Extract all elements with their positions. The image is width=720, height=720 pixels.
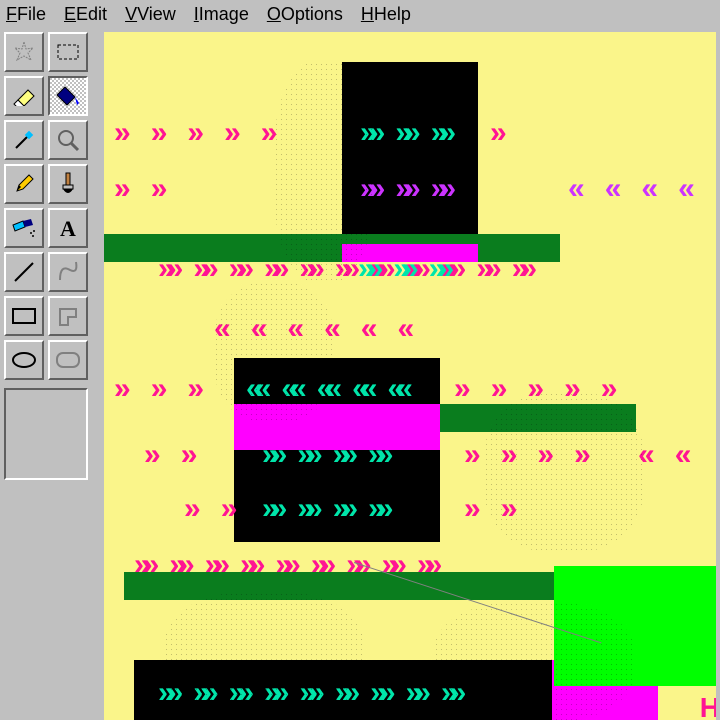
chevron-row-5: «««««	[568, 172, 716, 206]
menu-image[interactable]: IImage	[194, 4, 249, 25]
corner-letter: H	[700, 692, 716, 720]
tool-freeform-select[interactable]	[4, 32, 44, 72]
tool-line[interactable]	[4, 252, 44, 292]
spray-0	[274, 62, 374, 282]
brush-icon	[58, 171, 78, 197]
menu-file[interactable]: FFile	[6, 4, 46, 25]
rect-icon	[11, 306, 37, 326]
airbrush-icon	[11, 217, 37, 239]
toolbox: A	[4, 32, 94, 480]
text-icon: A	[57, 217, 79, 239]
tool-text[interactable]: A	[48, 208, 88, 248]
marquee-icon	[57, 44, 79, 60]
chevron-row-3: »»	[114, 172, 159, 206]
eraser-icon	[12, 86, 36, 106]
poly-icon	[56, 305, 80, 327]
tool-magnify[interactable]	[48, 120, 88, 160]
chevron-row-16: »»	[184, 492, 229, 526]
pencil-icon	[13, 173, 35, 195]
tool-fill[interactable]	[48, 76, 88, 116]
tool-picker[interactable]	[4, 120, 44, 160]
chevron-row-7: »»»»»»	[358, 252, 446, 286]
picker-icon	[12, 128, 36, 152]
tool-poly[interactable]	[48, 296, 88, 336]
chevron-row-17: »»»»»»»»	[262, 492, 386, 526]
chevron-row-13: »»»»»»»»	[262, 438, 386, 472]
chevron-row-12: »»	[144, 438, 189, 472]
svg-text:A: A	[60, 217, 76, 239]
tool-rect-select[interactable]	[48, 32, 88, 72]
tool-curve[interactable]	[48, 252, 88, 292]
line-icon	[12, 260, 36, 284]
chevron-row-9: »»»	[114, 372, 196, 406]
star-icon	[13, 41, 35, 63]
fill-icon	[55, 85, 81, 107]
menu-edit[interactable]: EEdit	[64, 4, 107, 25]
tool-brush[interactable]	[48, 164, 88, 204]
curve-icon	[56, 260, 80, 284]
canvas[interactable]: »»»»»»»»»»»»»»»»»»»»«««««»»»»»»»»»»»»»»»…	[104, 32, 716, 720]
ellipse-icon	[11, 350, 37, 370]
tool-rrect[interactable]	[48, 340, 88, 380]
tool-preview	[4, 388, 88, 480]
chevron-row-0: »»»»»	[114, 116, 269, 150]
spray-3	[164, 592, 364, 720]
spray-1	[214, 282, 334, 422]
tool-airbrush[interactable]	[4, 208, 44, 248]
chevron-row-19: »»»»»»»»»»»»»»»»»»	[134, 548, 434, 582]
chevron-row-15: ««	[638, 438, 683, 472]
menu-view[interactable]: VView	[125, 4, 176, 25]
menu-help[interactable]: HHelp	[361, 4, 411, 25]
tool-ellipse[interactable]	[4, 340, 44, 380]
tool-pencil[interactable]	[4, 164, 44, 204]
chevron-row-2: »	[490, 116, 499, 150]
spray-2	[484, 392, 644, 552]
tool-rect[interactable]	[4, 296, 44, 336]
workspace: A »»»»»»»»»»»»»»»»»»»»«««««»»»»»»»»»»»»»…	[0, 28, 720, 720]
magnify-icon	[56, 128, 80, 152]
tool-eraser[interactable]	[4, 76, 44, 116]
menubar: FFile EEdit VView IImage OOptions HHelp	[0, 0, 720, 28]
rrect-icon	[55, 350, 81, 370]
menu-options[interactable]: OOptions	[267, 4, 343, 25]
